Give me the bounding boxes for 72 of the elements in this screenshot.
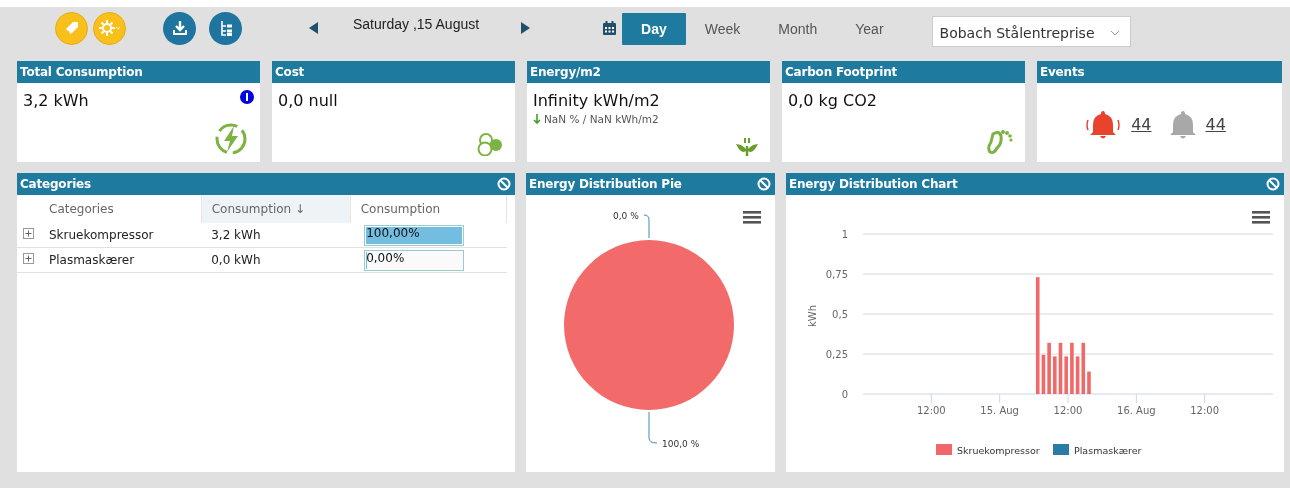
down-arrow-icon bbox=[533, 114, 541, 124]
coins-icon bbox=[477, 132, 503, 156]
panel-title: Categories bbox=[20, 177, 91, 191]
period-tab[interactable]: Week bbox=[685, 13, 760, 45]
leader-line bbox=[648, 411, 658, 444]
event-count-link[interactable]: 44 bbox=[1131, 115, 1152, 134]
leader-line bbox=[643, 214, 650, 239]
card-value: 0,0 kg CO2 bbox=[788, 91, 877, 110]
legend-label[interactable]: Plasmaskærer bbox=[1074, 445, 1142, 456]
block-icon[interactable] bbox=[497, 177, 511, 191]
next-arrow-icon[interactable] bbox=[521, 22, 531, 34]
column-header[interactable]: Consumption bbox=[350, 195, 507, 223]
hierarchy-icon bbox=[218, 20, 233, 36]
tick-label: 12:00 bbox=[1053, 405, 1083, 416]
panel-title: Carbon Footprint bbox=[785, 65, 897, 79]
expand-icon[interactable] bbox=[23, 228, 34, 239]
period-tab[interactable]: Year bbox=[836, 13, 903, 45]
axis-title: kWh bbox=[807, 305, 818, 327]
tick-label: 15. Aug bbox=[980, 405, 1019, 416]
legend-swatch[interactable] bbox=[1053, 444, 1069, 455]
tick-label: 0,5 bbox=[832, 309, 848, 320]
calendar-icon[interactable] bbox=[603, 21, 617, 35]
chevron-down-icon bbox=[1109, 29, 1120, 36]
legend-label[interactable]: Skruekompressor bbox=[957, 445, 1040, 456]
category-name: Plasmaskærer bbox=[39, 247, 202, 273]
block-icon[interactable] bbox=[1266, 177, 1280, 191]
expand-icon[interactable] bbox=[23, 253, 34, 264]
card-value: 0,0 null bbox=[278, 91, 338, 110]
tick-label: 0,25 bbox=[825, 349, 848, 360]
tick-label: 12:00 bbox=[1190, 405, 1220, 416]
tick-label: 12:00 bbox=[916, 405, 946, 416]
column-header[interactable]: Categories bbox=[39, 195, 202, 223]
tick-label: 0 bbox=[841, 389, 848, 400]
panel-title: Events bbox=[1040, 65, 1085, 79]
legend-swatch[interactable] bbox=[936, 444, 952, 455]
hierarchy-button[interactable] bbox=[209, 11, 242, 45]
menu-icon[interactable] bbox=[743, 210, 761, 224]
share-text: 100,00% bbox=[365, 225, 420, 240]
consumption-value: 0,0 kWh bbox=[201, 247, 351, 273]
date-label: Saturday ,15 August bbox=[353, 16, 480, 32]
period-tab[interactable]: Month bbox=[759, 13, 837, 45]
column-header[interactable]: Consumption ↓ bbox=[201, 195, 351, 223]
menu-icon[interactable] bbox=[1252, 210, 1270, 224]
previous-arrow-icon[interactable] bbox=[309, 22, 318, 34]
panel-title: Energy Distribution Pie bbox=[529, 177, 682, 191]
tick-label: 16. Aug bbox=[1117, 405, 1156, 416]
trend-text: NaN % / NaN kWh/m2 bbox=[544, 113, 659, 125]
footprint-icon bbox=[987, 128, 1013, 156]
panel-title: Energy Distribution Chart bbox=[789, 177, 958, 191]
sprout-icon bbox=[736, 138, 758, 156]
sun-gear-icon bbox=[98, 20, 121, 36]
tick-label: 1 bbox=[841, 229, 848, 240]
tick-label: 0,75 bbox=[825, 269, 848, 280]
category-name: Skruekompressor bbox=[39, 223, 202, 248]
download-icon bbox=[171, 20, 188, 36]
panel-title: Energy/m2 bbox=[530, 65, 601, 79]
consumption-value: 3,2 kWh bbox=[201, 223, 351, 248]
data-label: 0,0 % bbox=[613, 211, 639, 221]
bell-icon bbox=[1169, 110, 1196, 139]
panel-title: Cost bbox=[275, 65, 305, 79]
event-count-link[interactable]: 44 bbox=[1205, 115, 1226, 134]
ringing-bell-icon bbox=[1085, 110, 1122, 139]
download-button[interactable] bbox=[163, 11, 196, 45]
block-icon[interactable] bbox=[757, 177, 771, 191]
share-text: 0,00% bbox=[365, 250, 405, 265]
data-label: 100,0 % bbox=[662, 439, 700, 449]
lightning-icon bbox=[214, 122, 248, 156]
period-tab[interactable]: Day bbox=[622, 13, 686, 45]
panel-title: Total Consumption bbox=[20, 65, 143, 79]
card-value: 3,2 kWh bbox=[23, 91, 89, 110]
site-dropdown[interactable]: Bobach Stålentreprise bbox=[931, 15, 1131, 47]
card-value: Infinity kWh/m2 bbox=[533, 91, 660, 110]
